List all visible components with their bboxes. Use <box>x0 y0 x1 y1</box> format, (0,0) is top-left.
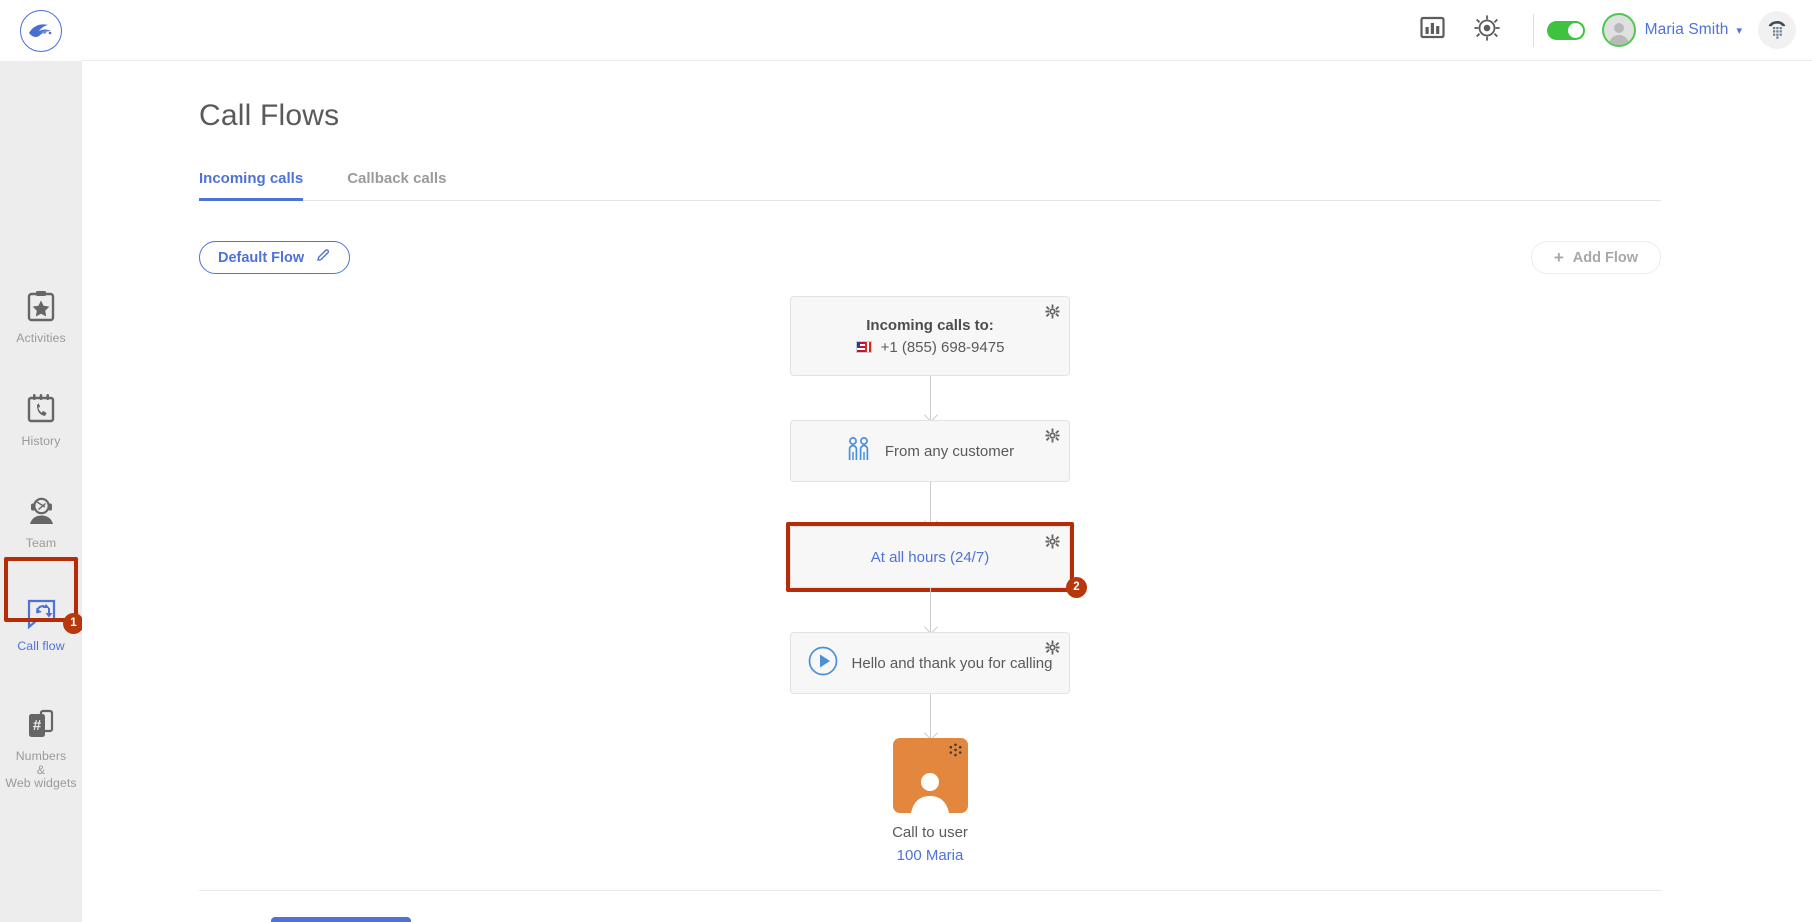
topbar-divider <box>1532 13 1534 47</box>
page-title: Call Flows <box>199 99 340 132</box>
user-name: Maria Smith <box>1644 21 1729 38</box>
calendar-phone-icon <box>25 388 57 430</box>
flow-connector <box>929 376 931 420</box>
sidebar-item-history[interactable]: History <box>0 377 82 458</box>
dots-grid-icon <box>948 743 963 758</box>
user-menu[interactable]: Maria Smith ▾ <box>1601 13 1742 47</box>
call-to-user-target[interactable]: 100 Maria <box>897 847 964 864</box>
eagle-logo-icon <box>20 9 62 52</box>
tab-incoming-calls[interactable]: Incoming calls <box>199 170 304 201</box>
node-phone-number-row: +1 (855) 698-9475 <box>855 338 1005 356</box>
save-changes-button[interactable]: Save changes <box>270 917 411 922</box>
app-root: Activities History Team Call flow # Numb… <box>0 0 1812 922</box>
flow-node-incoming-calls-to[interactable]: Incoming calls to: +1 (855) 698-9475 <box>790 296 1070 376</box>
flow-connector <box>929 588 931 632</box>
node-label: From any customer <box>884 442 1015 460</box>
main-area: Maria Smith ▾ Call Flows Incoming calls … <box>82 0 1812 922</box>
sidebar: Activities History Team Call flow # Numb… <box>0 0 84 922</box>
node-label: Hello and thank you for calling <box>851 654 1053 672</box>
tab-bar: Incoming calls Callback calls <box>199 170 1661 201</box>
play-circle-icon[interactable] <box>808 646 838 681</box>
add-flow-button[interactable]: + Add Flow <box>1530 241 1661 274</box>
node-label: At all hours (24/7) <box>870 548 990 566</box>
call-flow-diagram: Incoming calls to: +1 (855) 698-9475 Fro… <box>199 296 1661 864</box>
default-flow-button[interactable]: Default Flow <box>199 241 351 274</box>
flow-node-greeting[interactable]: Hello and thank you for calling <box>790 632 1070 694</box>
flow-toolbar: Default Flow + Add Flow <box>199 241 1661 274</box>
sidebar-item-label: History <box>21 433 61 448</box>
us-ca-flag-icon <box>855 341 872 353</box>
sidebar-item-label: Team <box>25 536 57 550</box>
flow-node-at-all-hours[interactable]: At all hours (24/7) <box>790 526 1070 588</box>
footer-actions: Cancel Save changes <box>199 890 1661 922</box>
availability-toggle[interactable] <box>1546 20 1585 40</box>
topbar: Maria Smith ▾ <box>82 0 1812 61</box>
flow-node-from-any-customer[interactable]: From any customer <box>790 420 1070 482</box>
bar-chart-icon <box>1420 15 1445 45</box>
settings-button[interactable] <box>1460 0 1514 61</box>
flow-node-call-to-user: Call to user 100 Maria <box>892 738 968 864</box>
two-people-icon <box>846 436 871 467</box>
flow-node-at-all-hours-wrapper: At all hours (24/7) 2 <box>786 522 1087 598</box>
sidebar-item-activities[interactable]: Activities <box>0 274 82 355</box>
svg-text:#: # <box>33 717 42 734</box>
numbers-widgets-icon: # <box>24 703 58 745</box>
gear-icon[interactable] <box>1045 428 1060 443</box>
sidebar-item-label: Numbers & Web widgets <box>5 749 77 790</box>
gear-icon <box>1474 14 1500 46</box>
sidebar-item-label: Activities <box>16 331 66 345</box>
flow-connector <box>929 482 931 526</box>
gear-icon[interactable] <box>1045 534 1060 549</box>
pencil-icon[interactable] <box>316 248 331 267</box>
add-flow-label: Add Flow <box>1572 249 1638 266</box>
annotation-badge-1: 1 <box>63 613 84 634</box>
logo[interactable] <box>0 0 82 61</box>
stats-button[interactable] <box>1406 0 1460 61</box>
toggle-knob <box>1567 22 1583 38</box>
sidebar-item-team[interactable]: Team <box>0 479 82 560</box>
default-flow-label: Default Flow <box>218 249 305 266</box>
gear-icon[interactable] <box>1045 304 1060 319</box>
node-phone-number: +1 (855) 698-9475 <box>880 338 1005 356</box>
node-title: Incoming calls to: <box>866 316 994 334</box>
call-to-user-caption: Call to user <box>892 824 968 841</box>
headset-agent-icon <box>25 490 58 532</box>
plus-icon: + <box>1553 248 1564 267</box>
page-content: Call Flows Incoming calls Callback calls… <box>82 99 1812 864</box>
sidebar-item-numbers-web-widgets[interactable]: # Numbers & Web widgets <box>0 692 82 800</box>
clipboard-star-icon <box>25 285 57 327</box>
call-to-user-tile[interactable] <box>892 738 968 813</box>
sidebar-item-label: Call flow <box>17 638 65 653</box>
sidebar-nav: Activities History Team Call flow # Numb… <box>0 274 82 822</box>
avatar <box>1601 13 1636 47</box>
annotation-badge-2: 2 <box>1066 577 1087 598</box>
gear-icon[interactable] <box>1045 640 1060 655</box>
tab-callback-calls[interactable]: Callback calls <box>347 170 446 201</box>
dialpad-button[interactable] <box>1758 11 1796 49</box>
call-flow-icon <box>25 593 58 635</box>
person-icon <box>911 773 949 813</box>
flow-connector <box>929 694 931 738</box>
chevron-down-icon: ▾ <box>1736 24 1742 37</box>
dialpad-icon <box>1765 16 1789 45</box>
